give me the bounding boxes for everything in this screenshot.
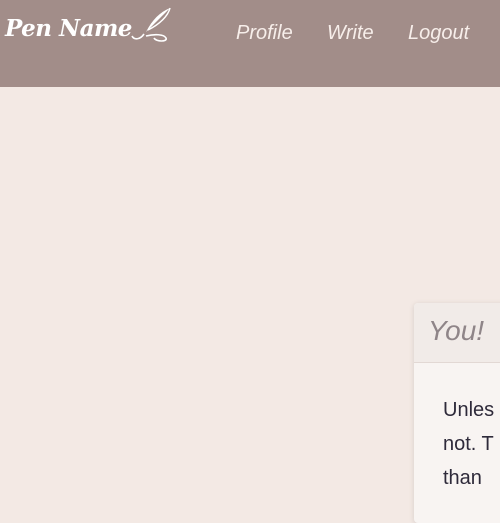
top-navbar: Pen Name Profile Write Logout (0, 0, 500, 87)
card-header: You! (414, 303, 500, 363)
brand-name: Pen Name (5, 14, 132, 42)
card-title: You! (428, 315, 485, 346)
card-body: Unles not. T than (443, 393, 500, 495)
nav-link-logout[interactable]: Logout (408, 20, 469, 46)
card-body-line: than (443, 467, 482, 489)
nav-link-write[interactable]: Write (327, 20, 374, 46)
card-body-line: Unles (443, 399, 495, 421)
brand-logo-link[interactable]: Pen Name (5, 7, 176, 46)
nav-link-profile[interactable]: Profile (236, 20, 293, 46)
content-card: You! Unles not. T than (414, 303, 500, 523)
card-body-line: not. T (443, 433, 494, 455)
quill-pen-icon (131, 7, 171, 42)
